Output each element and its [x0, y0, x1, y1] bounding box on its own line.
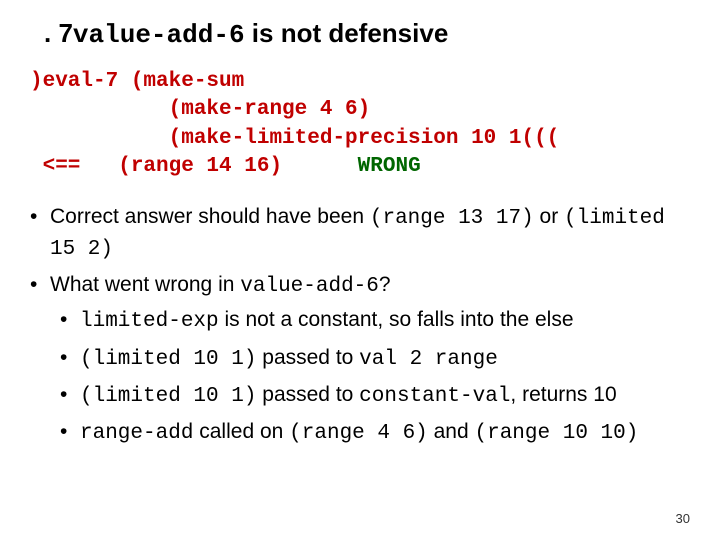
- bullet-1: Correct answer should have been (range 1…: [30, 203, 696, 264]
- sub4-code-1: range-add: [80, 422, 193, 445]
- sub4-code-2: (range 4 6): [289, 422, 428, 445]
- sub4-text-b: and: [428, 420, 475, 443]
- bullet-2: What went wrong in value-add-6? limited-…: [30, 271, 696, 449]
- code-block: )eval-7 (make-sum (make-range 4 6) (make…: [30, 68, 696, 181]
- bullet-2-text-a: What went wrong in: [50, 273, 240, 296]
- bullet-1-code-1: (range 13 17): [370, 207, 534, 230]
- sub2-code-2: val 2 range: [359, 348, 498, 371]
- sub1-code: limited-exp: [80, 310, 219, 333]
- bullet-1-text-b: or: [534, 205, 564, 228]
- sub4-code-3: (range 10 10): [475, 422, 639, 445]
- title-code: value-add-6: [73, 20, 245, 50]
- bullet-2-code: value-add-6: [240, 275, 379, 298]
- code-wrong-label: WRONG: [358, 155, 421, 178]
- subbullet-1: limited-exp is not a constant, so falls …: [60, 306, 696, 336]
- bullet-1-text-a: Correct answer should have been: [50, 205, 370, 228]
- bullet-2-text-b: ?: [379, 273, 391, 296]
- title-prefix: . 7: [44, 18, 73, 48]
- code-line-2: (make-range 4 6): [30, 98, 370, 121]
- sub3-code-2: constant-val: [359, 385, 510, 408]
- title-rest: is not defensive: [245, 18, 449, 48]
- page-number: 30: [676, 511, 690, 526]
- sub2-text: passed to: [256, 346, 359, 369]
- code-line-3: (make-limited-precision 10 1(((: [30, 127, 559, 150]
- code-line-1: )eval-7 (make-sum: [30, 70, 244, 93]
- sub3-code-1: (limited 10 1): [80, 385, 256, 408]
- code-line-4a: <== (range 14 16): [30, 155, 358, 178]
- subbullet-4: range-add called on (range 4 6) and (ran…: [60, 418, 696, 448]
- sub3-text-a: passed to: [256, 383, 359, 406]
- slide-title: . 7value-add-6 is not defensive: [44, 18, 696, 50]
- sub1-text: is not a constant, so falls into the els…: [219, 308, 574, 331]
- subbullet-3: (limited 10 1) passed to constant-val, r…: [60, 381, 696, 411]
- sub3-text-b: , returns 10: [510, 383, 616, 406]
- subbullet-2: (limited 10 1) passed to val 2 range: [60, 344, 696, 374]
- content-area: Correct answer should have been (range 1…: [24, 203, 696, 448]
- sub4-text-a: called on: [193, 420, 289, 443]
- sub2-code-1: (limited 10 1): [80, 348, 256, 371]
